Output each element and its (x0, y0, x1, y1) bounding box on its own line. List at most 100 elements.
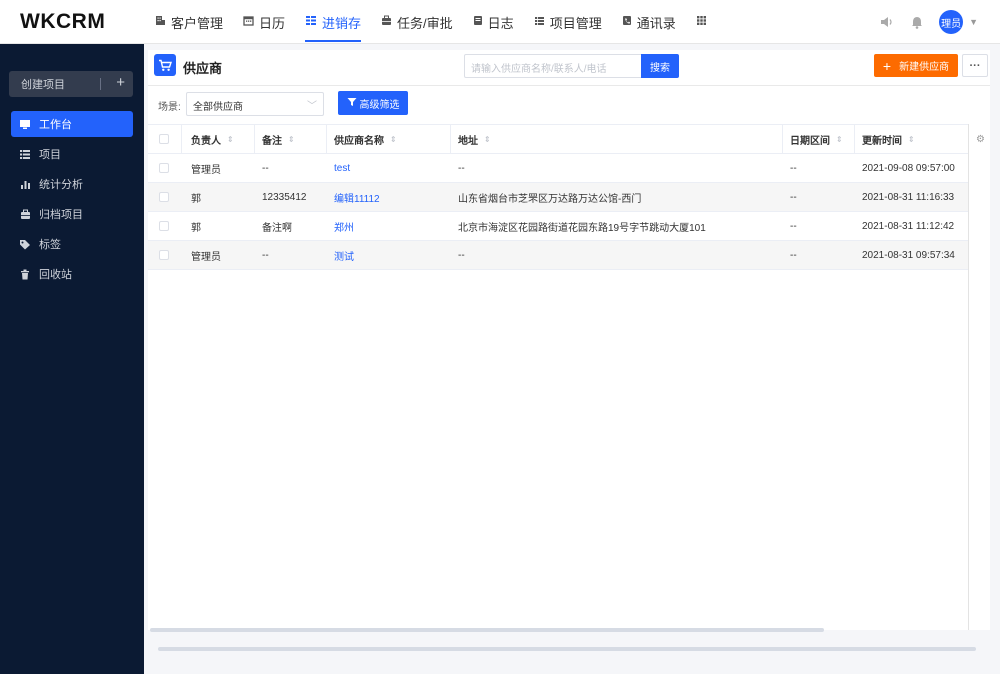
sort-icon[interactable]: ⇕ (227, 135, 234, 144)
filter-row: 场景: 全部供应商 ﹀ 高级筛选 (148, 86, 990, 124)
new-supplier-label: 新建供应商 (899, 62, 950, 73)
bell-icon[interactable] (909, 14, 925, 30)
sort-icon[interactable]: ⇕ (908, 135, 915, 144)
sidebar-item-archived[interactable]: 归档项目 (11, 201, 133, 227)
cell-owner: 郭 (191, 193, 201, 205)
archive-icon (19, 209, 31, 220)
contacts-icon (622, 15, 632, 29)
nav-item-projects[interactable]: 项目管理 (524, 0, 612, 44)
supplier-panel: 供应商 请输入供应商名称/联系人/电话 搜索 + 新建供应商 ··· 场景: 全… (148, 50, 990, 632)
search-input[interactable]: 请输入供应商名称/联系人/电话 (464, 54, 642, 78)
checkbox-icon (159, 163, 169, 173)
project-icon (534, 15, 545, 29)
search-button[interactable]: 搜索 (641, 54, 679, 78)
nav-item-contacts[interactable]: 通讯录 (612, 0, 686, 44)
page-horizontal-scrollbar[interactable] (158, 647, 976, 651)
nav-item-customers[interactable]: 客户管理 (145, 0, 233, 44)
avatar[interactable]: 理员 (939, 10, 964, 34)
nav-label: 客户管理 (171, 15, 224, 31)
main-content: 供应商 请输入供应商名称/联系人/电话 搜索 + 新建供应商 ··· 场景: 全… (148, 44, 1000, 674)
cell-supplier-name-link[interactable]: 编辑11112 (326, 183, 450, 211)
cart-icon (154, 54, 176, 76)
sidebar-item-tags[interactable]: 标签 (11, 231, 133, 257)
divider (100, 78, 101, 90)
sort-icon[interactable]: ⇕ (288, 135, 295, 144)
sidebar-item-recycle-bin[interactable]: 回收站 (11, 261, 133, 287)
column-label: 供应商名称 (334, 135, 384, 147)
pagination-bar (148, 634, 990, 674)
new-supplier-button[interactable]: + 新建供应商 (874, 54, 958, 77)
column-header-updated[interactable]: 更新时间 ⇕ (854, 125, 968, 153)
sidebar-item-label: 统计分析 (39, 179, 83, 191)
row-checkbox[interactable] (151, 154, 181, 182)
more-button[interactable]: ··· (962, 54, 988, 77)
apps-grid-button[interactable] (686, 0, 722, 44)
column-divider (181, 125, 182, 153)
list-icon (19, 149, 31, 160)
sort-icon[interactable]: ⇕ (390, 135, 397, 144)
nav-item-inventory[interactable]: 进销存 (295, 0, 371, 44)
cell-date-range: -- (790, 249, 797, 261)
gear-icon[interactable]: ⚙ (976, 134, 985, 145)
sidebar-item-label: 标签 (39, 239, 61, 251)
table-row[interactable]: 郭 12335412 编辑11112 山东省烟台市芝罘区万达路万达公馆-西门 -… (148, 183, 990, 212)
nav-item-calendar[interactable]: 日历 (233, 0, 295, 44)
cell-updated: 2021-08-31 11:12:42 (862, 220, 955, 232)
table-row[interactable]: 郭 备注啊 郑州 北京市海淀区花园路街道花园东路19号字节跳动大厦101 -- … (148, 212, 990, 241)
plus-icon[interactable]: + (116, 74, 125, 91)
trash-icon (19, 269, 31, 280)
row-checkbox[interactable] (151, 241, 181, 269)
nav-label: 日历 (259, 15, 286, 31)
scene-select[interactable]: 全部供应商 ﹀ (186, 92, 324, 116)
nav-item-tasks[interactable]: 任务/审批 (371, 0, 463, 44)
column-header-owner[interactable]: 负责人 ⇕ (183, 125, 255, 153)
cell-supplier-name-link[interactable]: 测试 (326, 241, 450, 269)
table-row[interactable]: 管理员 -- test -- -- 2021-09-08 09:57:00 (148, 154, 990, 183)
cell-updated: 2021-09-08 09:57:00 (862, 162, 955, 174)
nav-label: 进销存 (322, 15, 362, 31)
cell-date-range: -- (790, 162, 797, 174)
column-header-date-range[interactable]: 日期区间 ⇕ (782, 125, 854, 153)
cell-note: 备注啊 (262, 222, 292, 234)
cell-address: -- (458, 162, 465, 174)
cell-note: 12335412 (262, 191, 307, 203)
plus-icon: + (882, 57, 892, 74)
app-logo[interactable]: WKCRM (20, 10, 105, 34)
main-nav: 客户管理 日历 进销存 任务/审批 日志 项目管理 通讯录 (145, 0, 722, 44)
column-header-address[interactable]: 地址 ⇕ (450, 125, 782, 153)
log-icon (473, 15, 483, 29)
create-project-button[interactable]: 创建项目 + (9, 71, 133, 97)
cell-supplier-name-link[interactable]: 郑州 (326, 212, 450, 240)
volume-icon[interactable] (879, 14, 895, 30)
table-horizontal-scrollbar[interactable] (150, 628, 824, 632)
scene-label: 场景: (158, 102, 181, 113)
advanced-filter-button[interactable]: 高级筛选 (338, 91, 408, 115)
cell-updated: 2021-08-31 11:16:33 (862, 191, 955, 203)
column-label: 日期区间 (790, 135, 830, 147)
cell-supplier-name-link[interactable]: test (326, 154, 450, 182)
select-all-checkbox[interactable] (151, 125, 181, 153)
row-checkbox[interactable] (151, 183, 181, 211)
column-settings: ⚙ (968, 124, 990, 630)
monitor-icon (19, 119, 31, 130)
table-row[interactable]: 管理员 -- 测试 -- -- 2021-08-31 09:57:34 (148, 241, 990, 270)
column-header-name[interactable]: 供应商名称 ⇕ (326, 125, 450, 153)
inventory-icon (305, 15, 317, 29)
calendar-icon (243, 15, 254, 29)
sidebar-item-label: 回收站 (39, 269, 72, 281)
cell-date-range: -- (790, 220, 797, 232)
column-label: 更新时间 (862, 135, 902, 147)
sidebar-item-projects[interactable]: 项目 (11, 141, 133, 167)
chevron-down-icon: ﹀ (307, 101, 317, 112)
sidebar-menu: 工作台 项目 统计分析 归档项目 标签 回收站 (11, 111, 133, 291)
column-divider (450, 125, 451, 153)
chevron-down-icon[interactable]: ▼ (969, 17, 978, 27)
sort-icon[interactable]: ⇕ (484, 135, 491, 144)
nav-item-log[interactable]: 日志 (463, 0, 524, 44)
sort-icon[interactable]: ⇕ (836, 135, 843, 144)
create-project-label: 创建项目 (21, 79, 65, 91)
sidebar-item-workbench[interactable]: 工作台 (11, 111, 133, 137)
row-checkbox[interactable] (151, 212, 181, 240)
sidebar-item-statistics[interactable]: 统计分析 (11, 171, 133, 197)
column-header-note[interactable]: 备注 ⇕ (254, 125, 326, 153)
